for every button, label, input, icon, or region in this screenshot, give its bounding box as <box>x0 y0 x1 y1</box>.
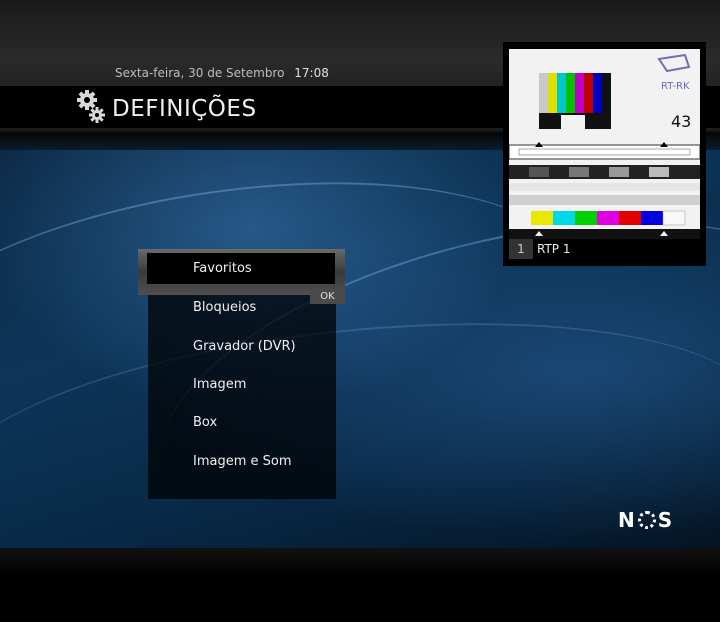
test-card-image: RT-RK 43 <box>509 49 700 239</box>
tv-preview[interactable]: RT-RK 43 1 RTP 1 <box>503 42 706 266</box>
nos-logo-o-icon <box>637 511 656 529</box>
menu-item-label: Favoritos <box>147 253 335 284</box>
menu-item-imagem[interactable]: Imagem <box>148 369 336 401</box>
bottom-bar <box>0 548 720 576</box>
channel-info: 1 RTP 1 <box>509 239 700 259</box>
menu-item-favoritos[interactable]: Favoritos <box>138 249 345 295</box>
test-card-logo: RT-RK <box>661 81 690 92</box>
date-text: Sexta-feira, 30 de Setembro <box>115 66 285 80</box>
nos-logo: NS <box>618 508 673 532</box>
menu-item-bloqueios[interactable]: Bloqueios <box>148 292 336 324</box>
menu-item-box[interactable]: Box <box>148 407 336 439</box>
nos-logo-right: S <box>657 508 674 532</box>
menu-item-gravador[interactable]: Gravador (DVR) <box>148 331 336 363</box>
nos-logo-left: N <box>618 508 636 532</box>
page-title: DEFINIÇÕES <box>112 96 257 122</box>
time-text: 17:08 <box>294 66 329 80</box>
gear-icon <box>77 90 105 123</box>
menu-item-imagem-e-som[interactable]: Imagem e Som <box>148 446 336 478</box>
date-time: Sexta-feira, 30 de Setembro 17:08 <box>115 66 329 80</box>
channel-number: 1 <box>509 239 533 259</box>
test-card-number: 43 <box>671 112 691 131</box>
channel-name: RTP 1 <box>537 242 571 256</box>
